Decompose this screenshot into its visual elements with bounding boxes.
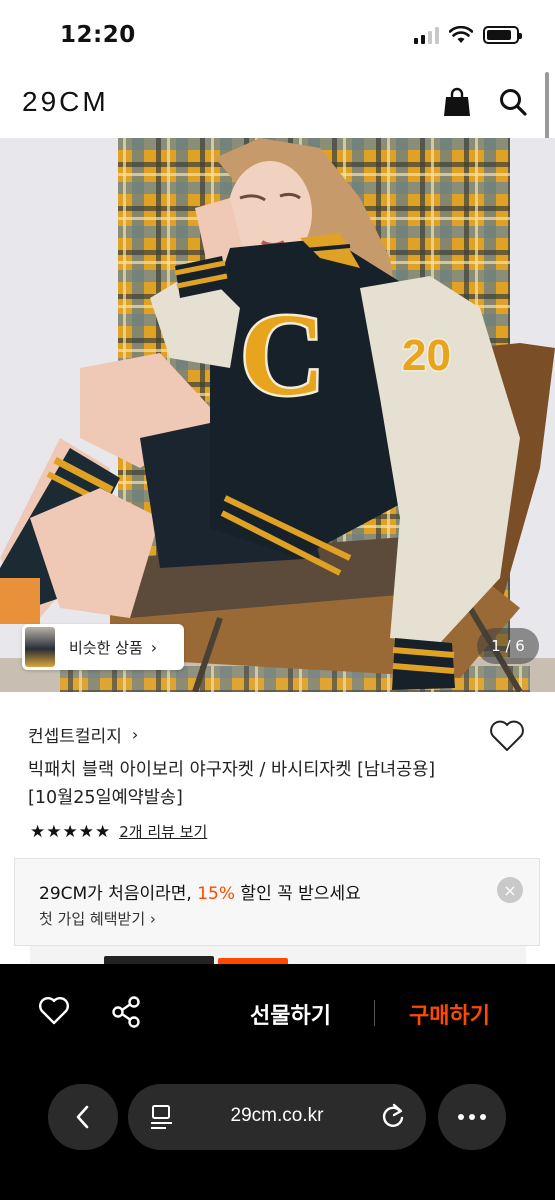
app-header: 29CM [0,70,555,138]
signup-benefit-link[interactable]: 첫 가입 혜택받기 › [39,908,156,929]
browser-back-button[interactable] [48,1084,118,1150]
brand-name: 컨셉트컬리지 [28,727,122,747]
heart-icon[interactable] [38,996,70,1030]
status-icons [414,26,522,44]
promo-text: 29CM가 처음이라면, 15% 할인 꼭 받으세요 [39,879,361,904]
rating-row: ★★★★★ 2개 리뷰 보기 [30,821,207,842]
purchase-bar: 선물하기 구매하기 [0,964,555,1200]
chevron-right-icon: › [131,725,139,744]
similar-products-label: 비슷한 상품 [69,638,143,657]
promo-text-suffix: 할인 꼭 받으세요 [235,884,361,904]
product-image-carousel[interactable]: C 20 비슷한 상품 › 1 / 6 [0,138,555,692]
review-link[interactable]: 2개 리뷰 보기 [119,821,207,842]
wifi-icon [449,26,473,43]
chevron-right-icon: › [150,637,158,657]
search-icon[interactable] [495,84,531,120]
logo[interactable]: 29CM [22,86,109,118]
wishlist-heart-icon[interactable] [489,720,525,756]
brand-link[interactable]: 컨셉트컬리지 › [28,722,138,747]
more-options-button[interactable] [438,1084,506,1150]
shopping-bag-icon[interactable] [439,84,475,120]
close-icon[interactable]: × [497,877,523,903]
promo-banner[interactable]: 29CM가 처음이라면, 15% 할인 꼭 받으세요 첫 가입 혜택받기 › × [14,858,540,946]
buy-button[interactable]: 구매하기 [409,998,490,1030]
share-icon[interactable] [110,996,144,1032]
status-time: 12:20 [60,22,136,48]
price-section-peek [30,946,526,966]
address-bar[interactable]: 29cm.co.kr [128,1084,426,1150]
promo-discount: 15% [197,884,236,904]
promo-text-prefix: 29CM가 처음이라면, [39,884,198,904]
reload-icon[interactable] [380,1102,406,1130]
product-title: 빅패치 블랙 아이보리 야구자켓 / 바시티자켓 [남녀공용] [10월25일예… [28,756,498,812]
battery-icon [483,26,522,44]
gift-button[interactable]: 선물하기 [250,998,331,1030]
divider [374,1000,375,1026]
similar-product-thumbnail [25,627,55,667]
product-title-line1: 빅패치 블랙 아이보리 야구자켓 / 바시티자켓 [남녀공용] [28,760,436,780]
chevron-left-icon [76,1105,89,1129]
rating-stars: ★★★★★ [30,821,112,842]
product-title-line2: [10월25일예약발송] [28,788,183,808]
similar-products-button[interactable]: 비슷한 상품 › [22,624,184,670]
more-icon [458,1114,486,1120]
status-bar: 12:20 [0,0,555,70]
product-photo: C 20 [0,138,555,692]
cellular-signal-icon [414,26,439,44]
jacket-letter-patch: C [240,289,325,420]
sleeve-number-patch: 20 [402,331,451,380]
image-counter: 1 / 6 [477,628,539,664]
